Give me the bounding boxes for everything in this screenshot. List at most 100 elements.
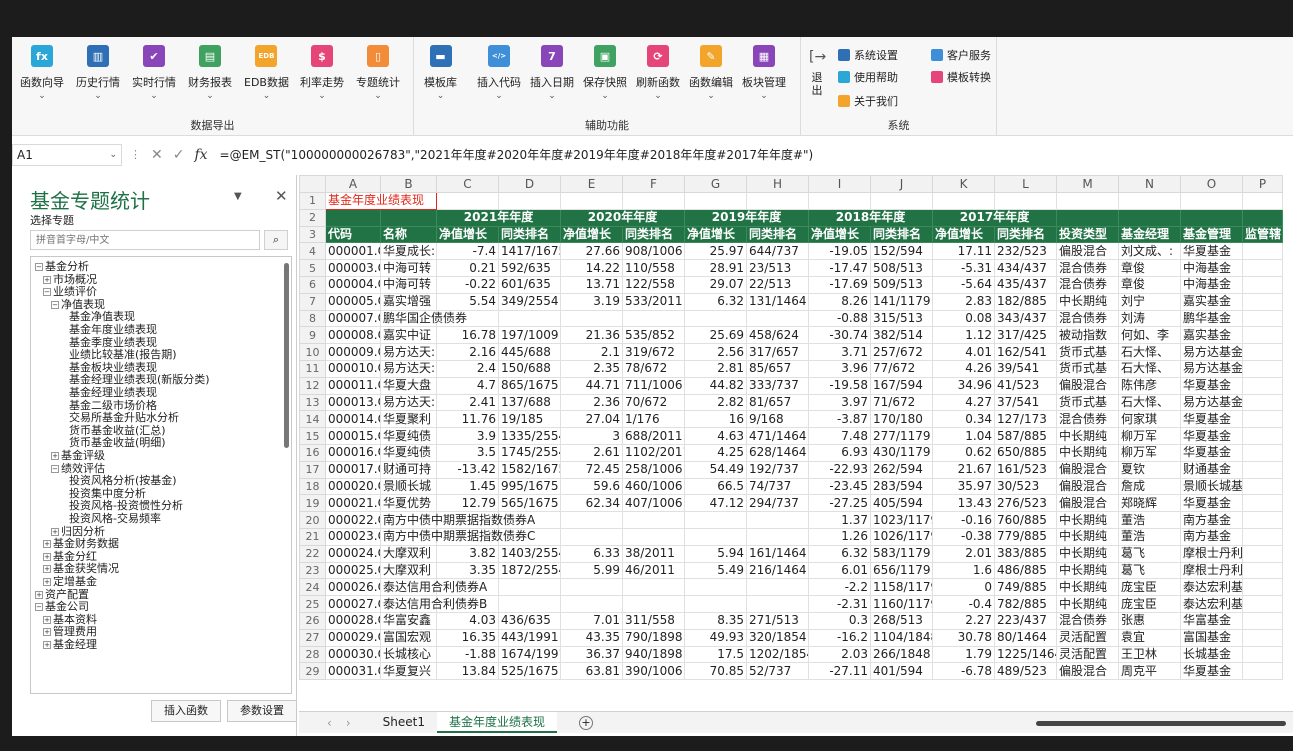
expand-icon[interactable]: + <box>43 615 51 624</box>
table-cell[interactable]: 嘉实中证 <box>380 326 437 345</box>
tree-item[interactable]: + 市场概况 <box>43 273 97 286</box>
table-cell[interactable]: 3 <box>560 427 623 445</box>
table-cell[interactable]: 85/657 <box>746 359 809 378</box>
tree-item[interactable]: + 基金财务数据 <box>43 538 119 550</box>
table-cell[interactable]: 000020.OI <box>325 477 381 496</box>
table-cell[interactable]: 13.43 <box>932 494 995 513</box>
table-cell[interactable]: 1225/1464 <box>994 645 1057 664</box>
table-cell[interactable]: 000011.OI <box>325 376 381 395</box>
cell[interactable] <box>380 208 437 227</box>
cell[interactable] <box>1118 208 1181 227</box>
table-cell[interactable]: 110/558 <box>622 259 685 277</box>
tab-prev-icon[interactable]: ‹ <box>327 716 332 730</box>
table-cell[interactable]: 000026.OI <box>325 578 381 597</box>
table-cell[interactable] <box>560 527 623 546</box>
table-cell[interactable]: 中长期纯 <box>1056 443 1119 462</box>
table-cell[interactable]: 2.41 <box>436 393 499 412</box>
table-cell[interactable] <box>746 527 809 546</box>
row-header[interactable]: 24 <box>299 578 326 597</box>
row-header[interactable]: 11 <box>299 359 326 378</box>
select-all-corner[interactable] <box>299 175 326 193</box>
table-cell[interactable]: 1.45 <box>436 477 499 496</box>
table-cell[interactable]: 25.69 <box>684 326 747 345</box>
tree-item[interactable]: + 基金分红 <box>43 550 97 563</box>
table-cell[interactable]: 650/885 <box>994 443 1057 462</box>
table-cell[interactable] <box>622 595 685 613</box>
table-cell[interactable] <box>1242 611 1283 630</box>
column-header[interactable]: D <box>498 175 561 193</box>
table-cell[interactable]: 1674/1991 <box>498 645 561 664</box>
table-cell[interactable]: 中长期纯 <box>1056 544 1119 563</box>
table-cell[interactable]: 中海基金 <box>1180 275 1243 294</box>
table-cell[interactable] <box>1242 292 1283 311</box>
table-cell[interactable]: 271/513 <box>746 611 809 630</box>
table-cell[interactable]: 30.78 <box>932 628 995 647</box>
table-cell[interactable]: 000031.OI <box>325 662 381 681</box>
table-cell[interactable]: 38/2011 <box>622 544 685 563</box>
table-cell[interactable] <box>1242 561 1283 580</box>
row-header[interactable]: 9 <box>299 326 326 345</box>
table-cell[interactable]: 泰达宏利基金 <box>1180 595 1243 613</box>
table-cell[interactable]: -2.2 <box>808 578 871 597</box>
table-cell[interactable]: 865/1675 <box>498 376 561 395</box>
table-cell[interactable]: 4.26 <box>932 359 995 378</box>
table-cell[interactable]: 易方达基金 <box>1180 359 1243 378</box>
table-cell[interactable]: 258/1006 <box>622 460 685 479</box>
table-cell[interactable]: 71/672 <box>870 393 933 412</box>
table-cell[interactable]: 000021.OI <box>325 494 381 513</box>
tree-item[interactable]: 基金净值表现 <box>69 311 135 323</box>
table-cell[interactable] <box>498 595 561 613</box>
collapse-icon[interactable]: − <box>51 464 59 473</box>
table-cell[interactable]: 陈伟彦 <box>1118 376 1181 395</box>
table-cell[interactable]: 周克平 <box>1118 662 1181 681</box>
table-cell[interactable]: 80/1464 <box>994 628 1057 647</box>
table-cell[interactable]: 170/180 <box>870 410 933 429</box>
table-cell[interactable]: 311/558 <box>622 611 685 630</box>
table-cell[interactable]: 1745/2554 <box>498 443 561 462</box>
table-cell[interactable]: 财通基金 <box>1180 460 1243 479</box>
table-cell[interactable]: 3.96 <box>808 359 871 378</box>
table-cell[interactable]: 混合债券 <box>1056 275 1119 294</box>
table-cell[interactable]: 嘉实基金 <box>1180 292 1243 311</box>
table-cell[interactable]: 1.12 <box>932 326 995 345</box>
expand-icon[interactable]: + <box>51 527 59 536</box>
table-cell[interactable]: 南方基金 <box>1180 511 1243 529</box>
table-cell[interactable]: -0.16 <box>932 511 995 529</box>
table-cell[interactable]: 1.04 <box>932 427 995 445</box>
table-cell[interactable]: 435/437 <box>994 275 1057 294</box>
table-cell[interactable]: 华富安鑫 <box>380 611 437 630</box>
table-cell[interactable]: 908/1006 <box>622 242 685 261</box>
table-cell[interactable]: 被动指数 <box>1056 326 1119 345</box>
table-cell[interactable]: 319/672 <box>622 343 685 361</box>
table-cell[interactable]: 565/1675 <box>498 494 561 513</box>
tree-item[interactable]: 投资集中度分析 <box>69 487 146 500</box>
dollar-button[interactable]: $ 利率走势 ⌄ <box>300 45 344 101</box>
row-header[interactable]: 18 <box>299 477 326 496</box>
row-header[interactable]: 10 <box>299 343 326 361</box>
table-cell[interactable]: 6.01 <box>808 561 871 580</box>
table-cell[interactable]: 财通可持 <box>380 460 437 479</box>
table-cell[interactable]: 19/185 <box>498 410 561 429</box>
table-cell[interactable]: 405/594 <box>870 494 933 513</box>
cell[interactable] <box>1056 208 1119 227</box>
table-cell[interactable]: 13.71 <box>560 275 623 294</box>
table-cell[interactable]: 1202/1854 <box>746 645 809 664</box>
row-header[interactable]: 3 <box>299 225 326 244</box>
horizontal-scrollbar[interactable] <box>1036 721 1286 726</box>
table-cell[interactable]: 南方中债中期票据指数债券C <box>380 527 535 546</box>
table-cell[interactable]: 泰达信用合利债券A <box>380 578 487 597</box>
table-cell[interactable]: 47.12 <box>684 494 747 513</box>
column-header[interactable]: K <box>932 175 995 193</box>
table-cell[interactable]: 中长期纯 <box>1056 527 1119 546</box>
table-cell[interactable] <box>622 578 685 597</box>
table-cell[interactable]: 4.7 <box>436 376 499 395</box>
table-cell[interactable] <box>560 309 623 328</box>
table-cell[interactable]: 4.63 <box>684 427 747 445</box>
table-cell[interactable] <box>1242 343 1283 361</box>
save-snapshot-button[interactable]: ▣ 保存快照 ⌄ <box>583 45 627 101</box>
tree-item[interactable]: 货币基金收益(明细) <box>69 437 166 449</box>
table-cell[interactable] <box>746 309 809 328</box>
table-cell[interactable]: 000016.OI <box>325 443 381 462</box>
row-header[interactable]: 5 <box>299 259 326 277</box>
table-cell[interactable]: 49.93 <box>684 628 747 647</box>
